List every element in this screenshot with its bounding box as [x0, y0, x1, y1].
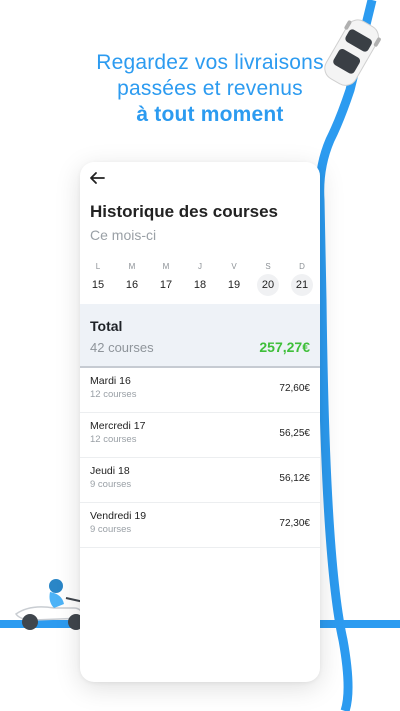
day-thursday[interactable]: J 18	[188, 260, 212, 296]
day-saturday[interactable]: S 20	[256, 260, 280, 296]
row-day: Mercredi 17	[90, 420, 146, 432]
day-letter: V	[231, 262, 237, 271]
day-friday[interactable]: V 19	[222, 260, 246, 296]
week-selector: L 15 M 16 M 17 J 18 V 19 S 20 D 21	[86, 260, 314, 296]
list-item[interactable]: Mercredi 17 12 courses 56,25€	[80, 413, 320, 458]
day-number: 18	[193, 279, 207, 291]
day-letter: J	[198, 262, 202, 271]
daily-list: Mardi 16 12 courses 72,60€ Mercredi 17 1…	[80, 368, 320, 548]
list-item[interactable]: Jeudi 18 9 courses 56,12€	[80, 458, 320, 503]
period-subtitle: Ce mois-ci	[90, 227, 157, 243]
row-count: 9 courses	[90, 479, 132, 490]
day-letter: L	[95, 262, 101, 271]
day-sunday[interactable]: D 21	[290, 260, 314, 296]
day-monday[interactable]: L 15	[86, 260, 110, 296]
day-tuesday[interactable]: M 16	[120, 260, 144, 296]
day-number: 15	[91, 279, 105, 291]
day-number: 19	[227, 279, 241, 291]
total-summary: Total 42 courses 257,27€	[80, 304, 320, 368]
day-letter: S	[265, 262, 271, 271]
row-amount: 56,12€	[279, 473, 310, 484]
row-day: Jeudi 18	[90, 465, 130, 477]
list-item[interactable]: Vendredi 19 9 courses 72,30€	[80, 503, 320, 548]
headline: Regardez vos livraisons passées et reven…	[0, 50, 400, 128]
history-card: Historique des courses Ce mois-ci L 15 M…	[80, 162, 320, 682]
day-number: 16	[125, 279, 139, 291]
total-amount: 257,27€	[259, 339, 310, 355]
headline-line2: passées et revenus	[117, 77, 303, 100]
row-day: Vendredi 19	[90, 510, 147, 522]
row-amount: 56,25€	[279, 428, 310, 439]
row-day: Mardi 16	[90, 375, 131, 387]
row-count: 12 courses	[90, 389, 137, 400]
list-item[interactable]: Mardi 16 12 courses 72,60€	[80, 368, 320, 413]
day-wednesday[interactable]: M 17	[154, 260, 178, 296]
day-letter: M	[162, 262, 170, 271]
day-letter: M	[128, 262, 136, 271]
headline-line3: à tout moment	[136, 103, 284, 126]
page-title: Historique des courses	[90, 202, 279, 221]
headline-line1: Regardez vos livraisons	[96, 51, 324, 74]
day-number: 21	[291, 274, 313, 296]
arrow-left-icon[interactable]	[88, 170, 106, 186]
total-label: Total	[90, 318, 123, 334]
row-amount: 72,30€	[279, 518, 310, 529]
day-letter: D	[299, 262, 305, 271]
row-count: 12 courses	[90, 434, 137, 445]
row-count: 9 courses	[90, 524, 132, 535]
total-count: 42 courses	[90, 340, 154, 355]
row-amount: 72,60€	[279, 383, 310, 394]
day-number: 17	[159, 279, 173, 291]
day-number: 20	[257, 274, 279, 296]
